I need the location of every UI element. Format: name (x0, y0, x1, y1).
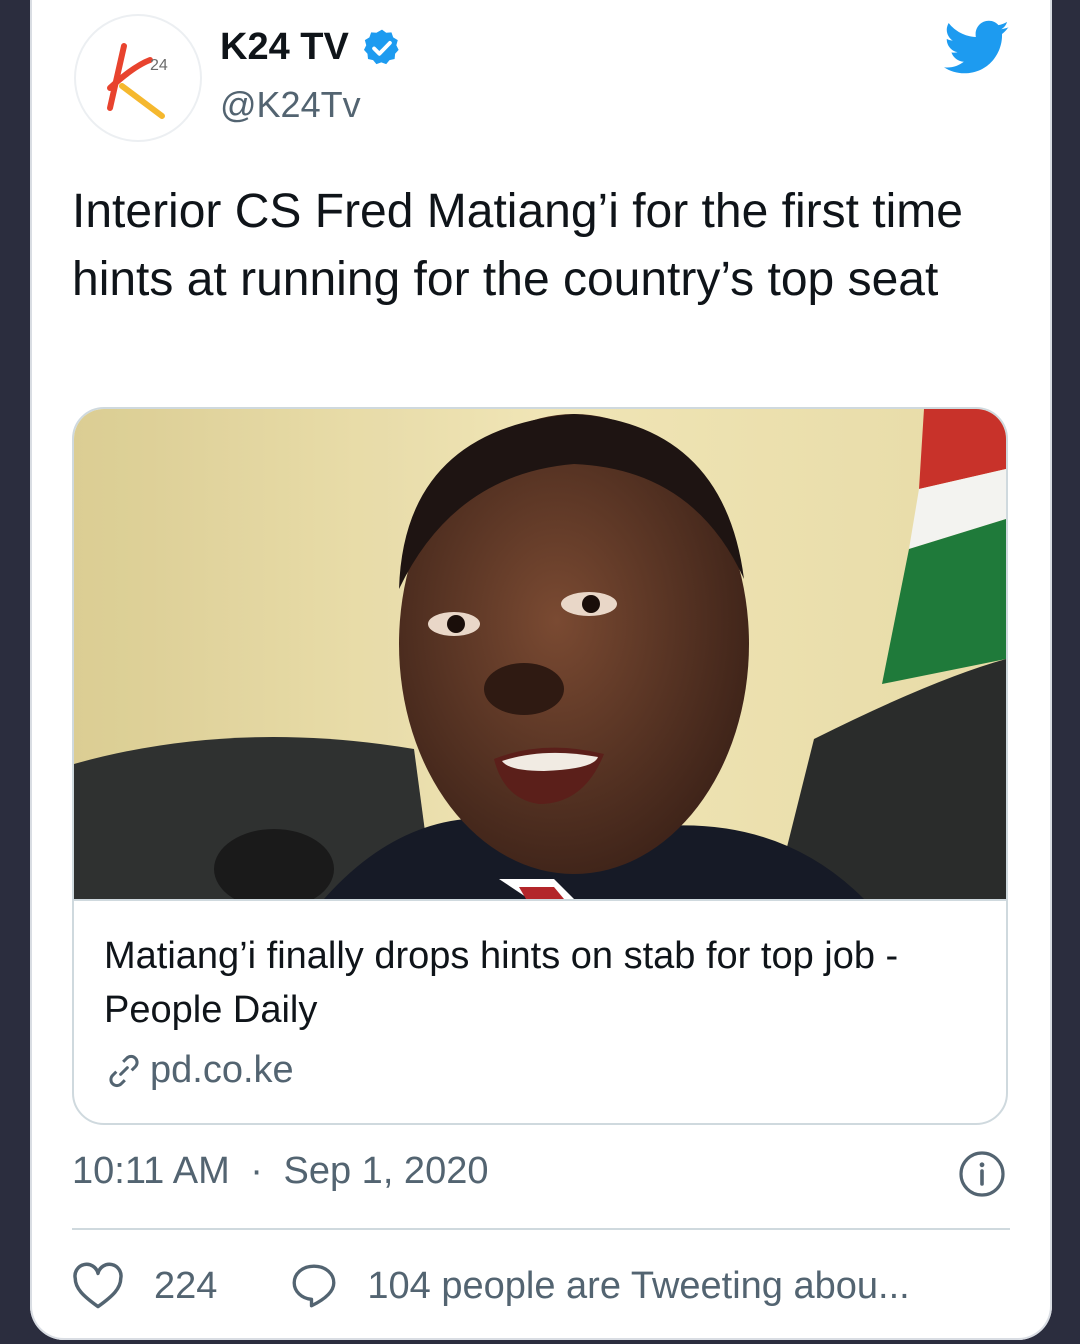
heart-icon[interactable] (72, 1262, 124, 1310)
tweet-text: Interior CS Fred Matiang’i for the first… (72, 185, 963, 306)
account-name[interactable]: K24 TV (220, 26, 349, 69)
divider (72, 1228, 1010, 1230)
link-preview-image[interactable] (74, 409, 1006, 901)
k24-logo-icon: 24 (107, 43, 168, 119)
link-domain: pd.co.ke (150, 1049, 294, 1091)
link-icon (109, 1054, 139, 1087)
tweet-timestamp[interactable]: 10:11 AM · Sep 1, 2020 (72, 1150, 488, 1193)
conversation-link[interactable]: 104 people are Tweeting abou... (367, 1265, 909, 1308)
twitter-bird-icon[interactable] (944, 18, 1010, 78)
engagement-bar: 224 104 people are Tweeting abou... (72, 1258, 910, 1314)
verified-badge-icon (363, 29, 399, 64)
speech-bubble-icon[interactable] (289, 1261, 339, 1311)
timestamp-separator: · (250, 1150, 263, 1192)
link-preview-card[interactable]: Matiang’i finally drops hints on stab fo… (72, 407, 1008, 1125)
link-domain-row[interactable]: pd.co.ke (104, 1049, 294, 1092)
account-name-row[interactable]: K24 TV (220, 26, 403, 69)
tweet-time[interactable]: 10:11 AM (72, 1150, 230, 1192)
account-handle[interactable]: @K24Tv (220, 84, 361, 126)
tweet-date[interactable]: Sep 1, 2020 (284, 1150, 489, 1192)
link-title[interactable]: Matiang’i finally drops hints on stab fo… (104, 929, 984, 1037)
account-avatar[interactable]: 24 (74, 14, 202, 142)
info-icon[interactable] (958, 1150, 1006, 1198)
like-count[interactable]: 224 (154, 1265, 217, 1308)
svg-text:24: 24 (150, 57, 168, 74)
